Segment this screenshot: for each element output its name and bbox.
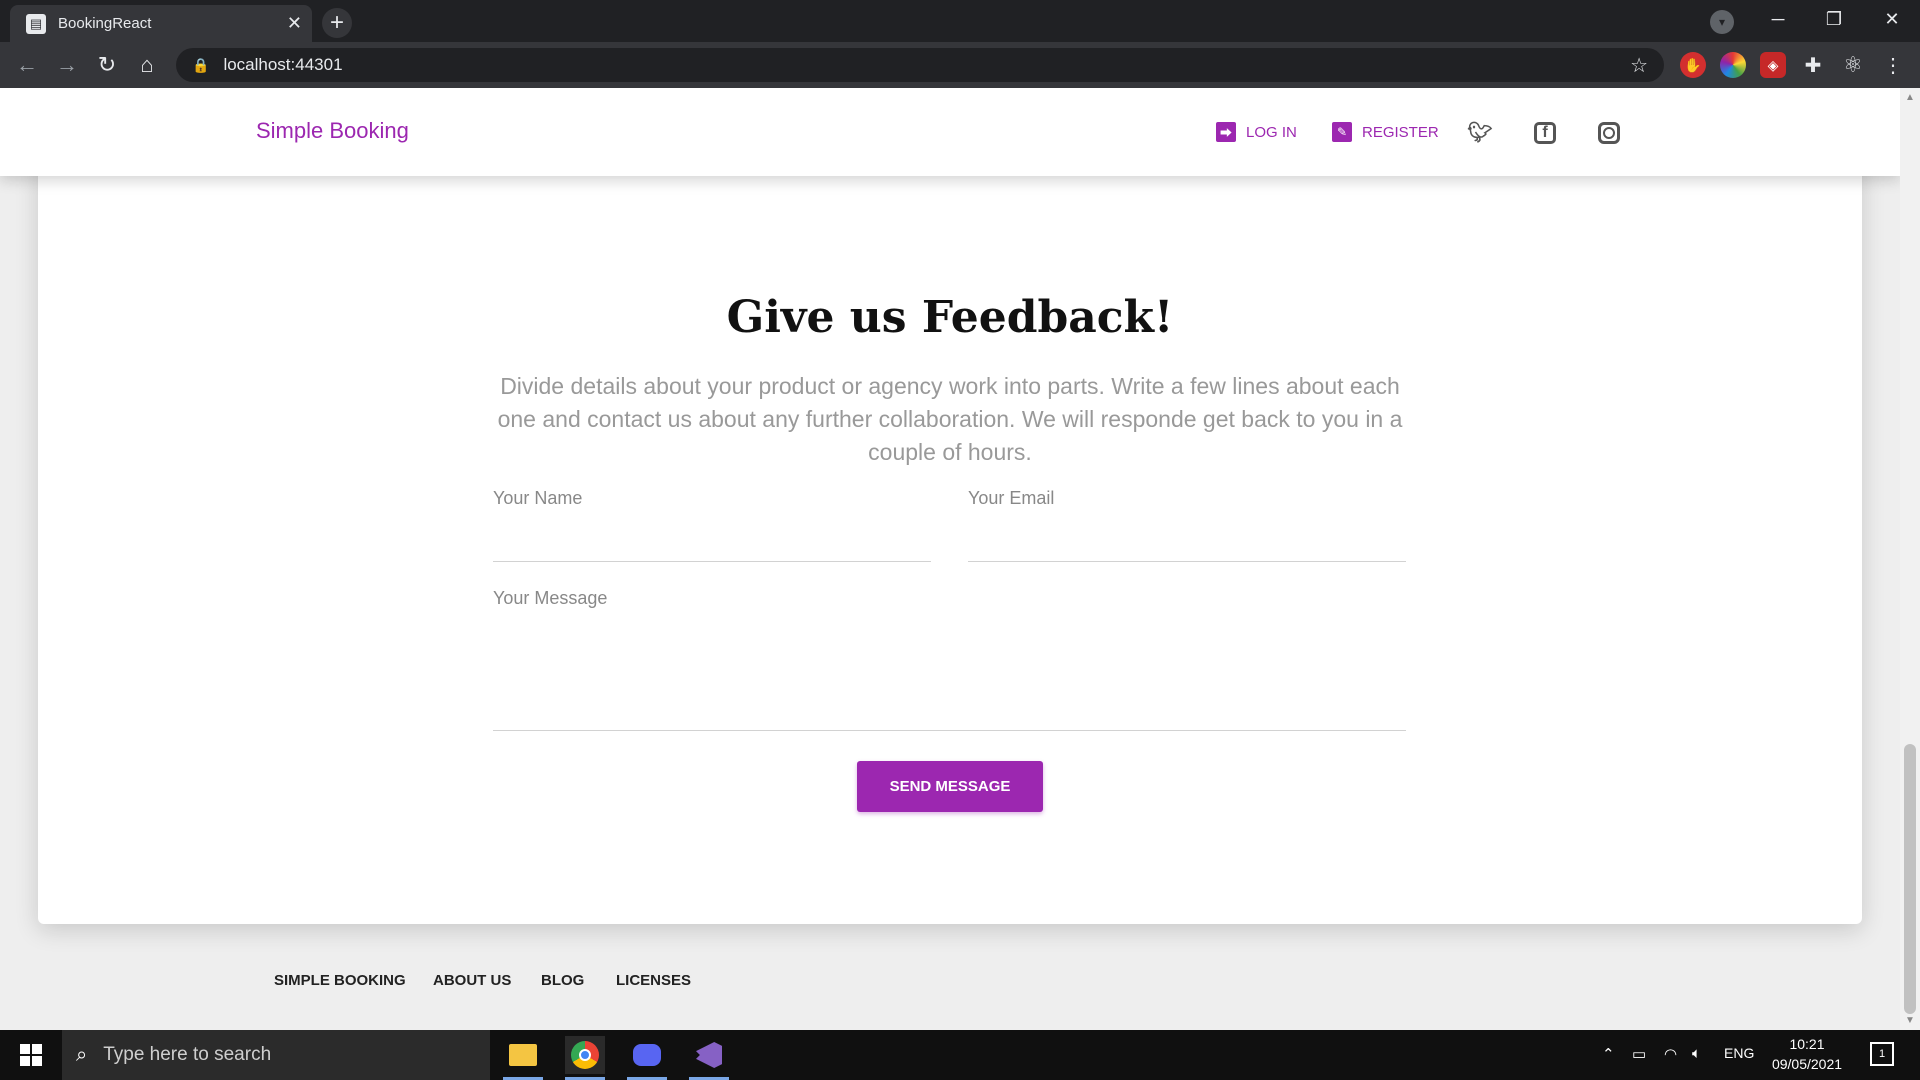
minimize-window-button[interactable]: ─ xyxy=(1750,0,1806,38)
browser-menu-icon[interactable]: ⋮ xyxy=(1880,52,1906,78)
email-field[interactable] xyxy=(968,561,1406,562)
tab-search-icon[interactable]: ▾ xyxy=(1710,10,1734,34)
language-indicator[interactable]: ENG xyxy=(1724,1045,1754,1061)
scroll-down-icon[interactable]: ▼ xyxy=(1905,1015,1915,1026)
browser-tab-bar: ▤ BookingReact ✕ + ▾ ─ ❐ ✕ xyxy=(0,0,1920,42)
register-icon: ✎ xyxy=(1332,122,1352,142)
footer-link-simple-booking[interactable]: SIMPLE BOOKING xyxy=(274,972,406,989)
feedback-title: Give us Feedback! xyxy=(726,292,1174,343)
browser-toolbar: ← → ↻ ⌂ 🔒 localhost:44301 ☆ ✋ ◈ ✚ ⚛ ⋮ xyxy=(0,42,1920,88)
send-message-button[interactable]: SEND MESSAGE xyxy=(857,761,1043,812)
lock-icon[interactable]: 🔒 xyxy=(192,57,209,74)
close-window-button[interactable]: ✕ xyxy=(1864,0,1920,38)
scrollbar-thumb[interactable] xyxy=(1904,744,1916,1014)
search-icon: ⌕ xyxy=(76,1043,88,1066)
name-field[interactable] xyxy=(493,561,931,562)
taskbar-search-placeholder: Type here to search xyxy=(103,1044,272,1065)
web-page: Simple Booking ⮕ LOG IN ✎ REGISTER 🐦︎ f … xyxy=(0,88,1900,1030)
discord-icon[interactable] xyxy=(627,1036,667,1080)
file-explorer-icon[interactable] xyxy=(503,1036,543,1080)
scroll-up-icon[interactable]: ▲ xyxy=(1905,92,1915,103)
windows-start-icon[interactable] xyxy=(0,1030,62,1080)
footer-link-licenses[interactable]: LICENSES xyxy=(616,972,691,989)
site-brand-link[interactable]: Simple Booking xyxy=(256,118,409,144)
register-label: REGISTER xyxy=(1362,123,1439,141)
show-hidden-icons-icon[interactable]: ⌃ xyxy=(1602,1045,1615,1063)
restore-window-button[interactable]: ❐ xyxy=(1806,0,1862,38)
login-label: LOG IN xyxy=(1246,123,1297,141)
clock-time: 10:21 xyxy=(1789,1036,1825,1052)
site-navbar: Simple Booking ⮕ LOG IN ✎ REGISTER 🐦︎ f xyxy=(0,88,1900,176)
message-field[interactable] xyxy=(493,730,1406,731)
instagram-icon[interactable] xyxy=(1598,122,1620,144)
address-bar[interactable]: 🔒 localhost:44301 ☆ xyxy=(176,48,1664,82)
name-field-label: Your Name xyxy=(493,488,583,508)
feedback-description: Divide details about your product or age… xyxy=(497,373,1403,465)
register-link[interactable]: ✎ REGISTER xyxy=(1332,122,1439,142)
back-icon[interactable]: ← xyxy=(12,50,42,80)
twitter-icon[interactable]: 🐦︎ xyxy=(1466,118,1494,146)
page-scrollbar[interactable]: ▲ ▼ xyxy=(1900,88,1920,1030)
home-icon[interactable]: ⌂ xyxy=(132,50,162,80)
tab-title: BookingReact xyxy=(58,15,152,32)
notification-count: 1 xyxy=(1878,1048,1886,1060)
volume-icon[interactable]: 🔈︎ xyxy=(1692,1045,1701,1062)
battery-icon[interactable]: ▭ xyxy=(1632,1045,1646,1063)
footer-link-about-us[interactable]: ABOUT US xyxy=(433,972,511,989)
network-icon[interactable]: ◠ xyxy=(1664,1045,1677,1063)
facebook-icon[interactable]: f xyxy=(1534,122,1556,144)
color-picker-extension-icon[interactable] xyxy=(1720,52,1746,78)
new-tab-button[interactable]: + xyxy=(322,8,352,38)
bookmark-star-icon[interactable]: ☆ xyxy=(1630,53,1648,78)
close-tab-icon[interactable]: ✕ xyxy=(287,13,302,34)
browser-tab[interactable]: ▤ BookingReact ✕ xyxy=(10,5,312,42)
reload-icon[interactable]: ↻ xyxy=(92,50,122,80)
forward-icon[interactable]: → xyxy=(52,50,82,80)
extensions-puzzle-icon[interactable]: ✚ xyxy=(1800,52,1826,78)
visual-studio-icon[interactable] xyxy=(689,1036,729,1080)
notifications-icon[interactable]: 1 xyxy=(1870,1042,1894,1066)
adblock-extension-icon[interactable]: ✋ xyxy=(1680,52,1706,78)
login-icon: ⮕ xyxy=(1216,122,1236,142)
extension-icon[interactable]: ◈ xyxy=(1760,52,1786,78)
url-text: localhost:44301 xyxy=(223,55,343,74)
footer-link-blog[interactable]: BLOG xyxy=(541,972,584,989)
taskbar-search-box[interactable]: ⌕ Type here to search xyxy=(62,1030,490,1080)
chrome-icon[interactable] xyxy=(565,1036,605,1080)
taskbar-clock[interactable]: 10:21 09/05/2021 xyxy=(1752,1034,1862,1074)
message-field-label: Your Message xyxy=(493,588,608,608)
login-link[interactable]: ⮕ LOG IN xyxy=(1216,122,1297,142)
react-devtools-icon[interactable]: ⚛ xyxy=(1840,52,1866,78)
page-icon: ▤ xyxy=(26,13,46,34)
clock-date: 09/05/2021 xyxy=(1771,1056,1843,1072)
email-field-label: Your Email xyxy=(968,488,1055,508)
windows-taskbar: ⌕ Type here to search ⌃ ▭ ◠ 🔈︎ ENG 10:21… xyxy=(0,1030,1920,1080)
